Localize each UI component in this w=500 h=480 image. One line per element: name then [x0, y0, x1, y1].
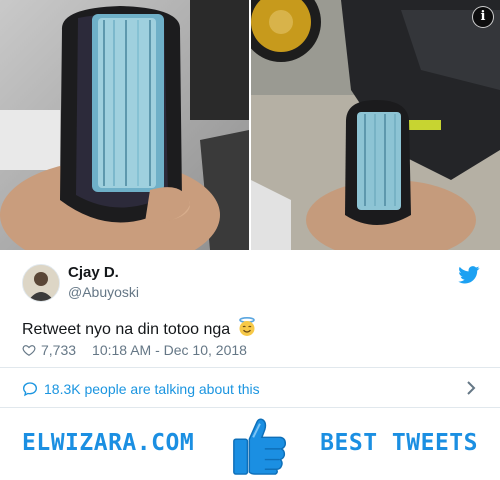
twitter-bird-icon[interactable] [458, 266, 480, 284]
info-icon[interactable]: i [472, 6, 494, 28]
embedded-tweet-card: i Cjay D. @Abuyoski Retweet nyo na din t… [0, 0, 500, 480]
thumbs-up-icon [233, 418, 286, 475]
smiling-face-with-halo-icon [237, 316, 257, 342]
tweet-media[interactable]: i [0, 0, 500, 250]
photo-wallet-closeup[interactable] [0, 0, 249, 250]
tweet-text-content: Retweet nyo na din totoo nga [22, 321, 231, 338]
brand-name[interactable]: ELWIZARA.COM [22, 430, 194, 456]
tagline: BEST TWEETS [320, 430, 478, 456]
chevron-right-icon[interactable] [466, 381, 476, 395]
conversation-text[interactable]: 18.3K people are talking about this [44, 381, 260, 397]
heart-icon[interactable] [22, 343, 36, 357]
footer-banner: ELWIZARA.COM BEST TWEETS [0, 408, 500, 480]
author-handle[interactable]: @Abuyoski [68, 284, 139, 300]
tweet-timestamp[interactable]: 10:18 AM - Dec 10, 2018 [92, 342, 247, 358]
divider [0, 367, 500, 368]
conversation-link[interactable]: 18.3K people are talking about this [22, 378, 480, 400]
like-count[interactable]: 7,733 [41, 342, 76, 358]
tweet-header: Cjay D. @Abuyoski [22, 262, 482, 306]
avatar[interactable] [22, 264, 60, 302]
tweet-text: Retweet nyo na din totoo nga [22, 316, 257, 342]
photo-wallet-on-motorcycle[interactable]: i [251, 0, 500, 250]
speech-bubble-icon [22, 382, 38, 397]
tweet-meta: 7,733 10:18 AM - Dec 10, 2018 [22, 342, 247, 358]
author-name[interactable]: Cjay D. [68, 264, 119, 281]
